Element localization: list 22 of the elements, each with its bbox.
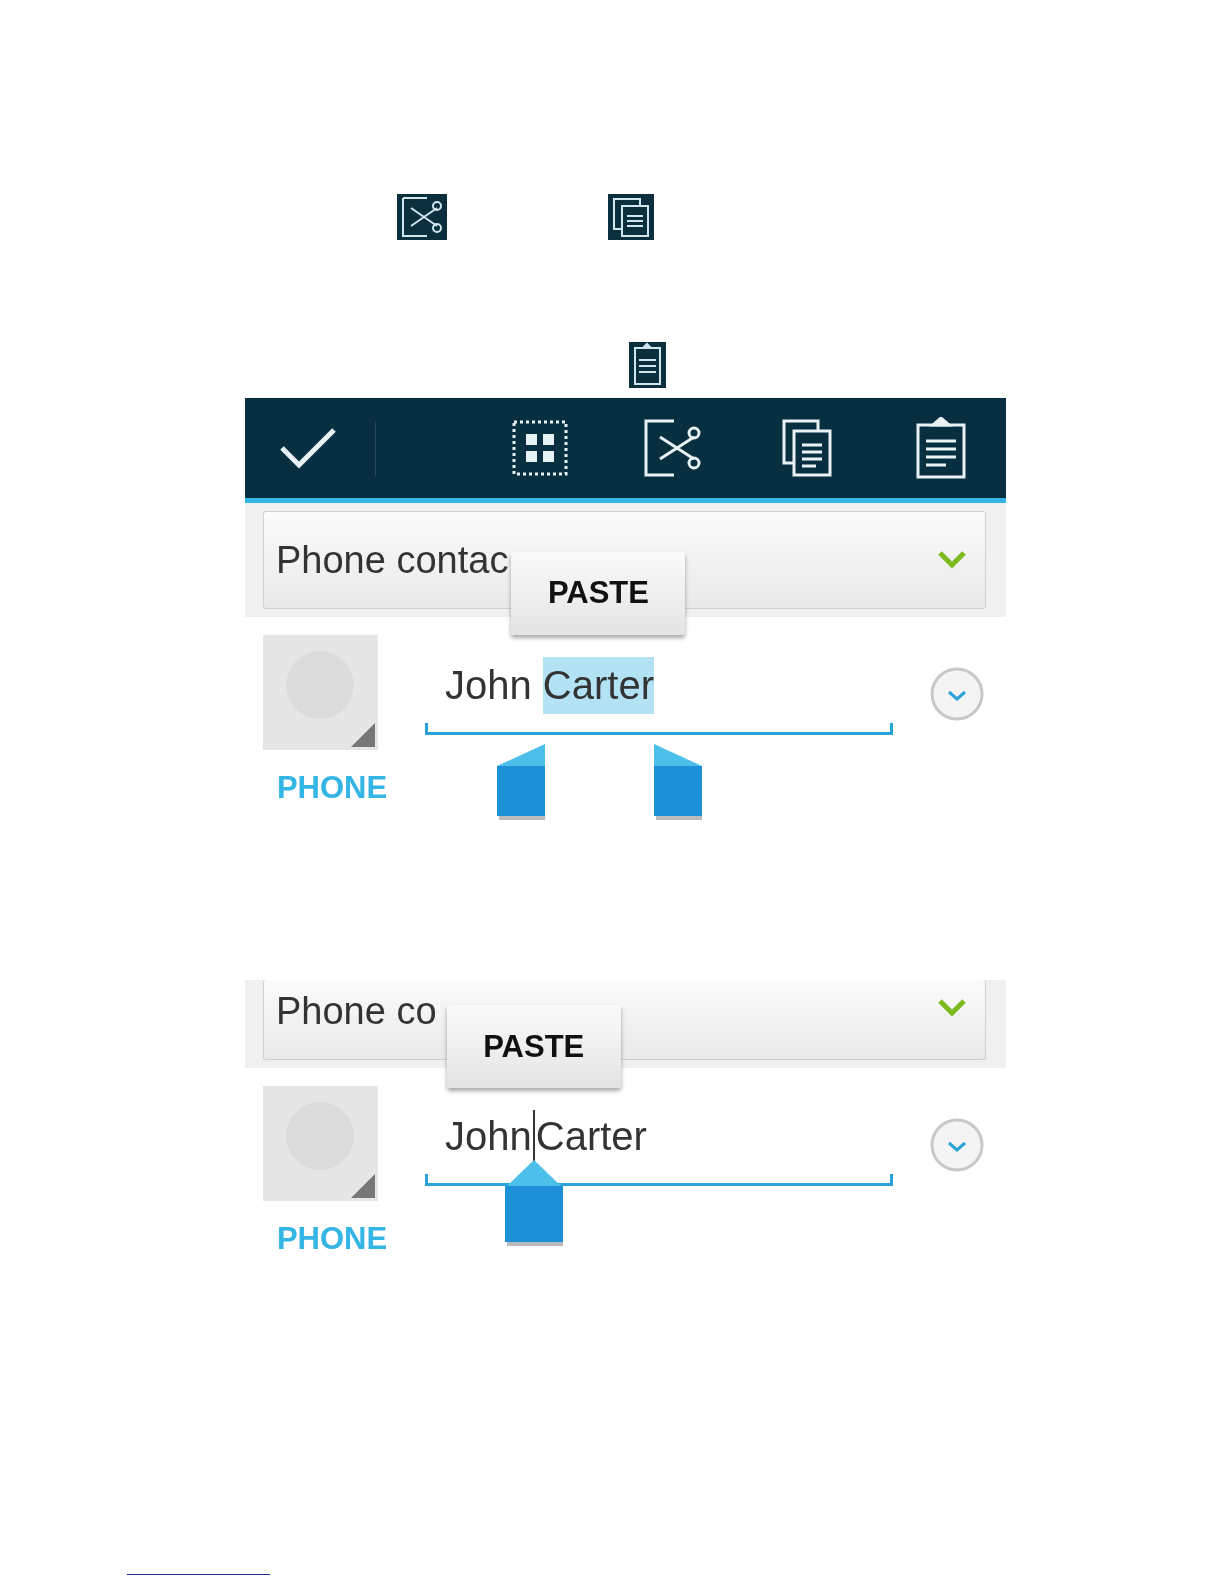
text-cursor — [532, 1110, 535, 1162]
copy-icon[interactable] — [782, 419, 832, 477]
name-text: Carter — [542, 656, 654, 714]
name-text: John — [445, 662, 533, 708]
clipboard-icon — [629, 342, 666, 388]
phone-label: PHONE — [276, 1221, 388, 1257]
checkmark-icon[interactable] — [279, 426, 337, 470]
paste-popup[interactable]: PASTE — [511, 551, 686, 635]
scissors-icon — [397, 194, 447, 240]
name-text: John — [445, 1113, 532, 1159]
contact-avatar[interactable] — [263, 635, 378, 750]
contact-avatar[interactable] — [263, 1086, 378, 1201]
clipboard-icon[interactable] — [916, 417, 966, 479]
paste-popup[interactable]: PASTE — [446, 1005, 621, 1088]
scissors-icon[interactable] — [644, 419, 702, 477]
chevron-down-icon — [937, 550, 967, 570]
name-text: Carter — [535, 1113, 647, 1159]
select-all-icon[interactable] — [512, 420, 568, 476]
phone-label: PHONE — [276, 770, 388, 806]
text-field-underline[interactable] — [425, 723, 893, 735]
chevron-down-icon — [937, 998, 967, 1018]
copy-icon — [608, 194, 654, 240]
